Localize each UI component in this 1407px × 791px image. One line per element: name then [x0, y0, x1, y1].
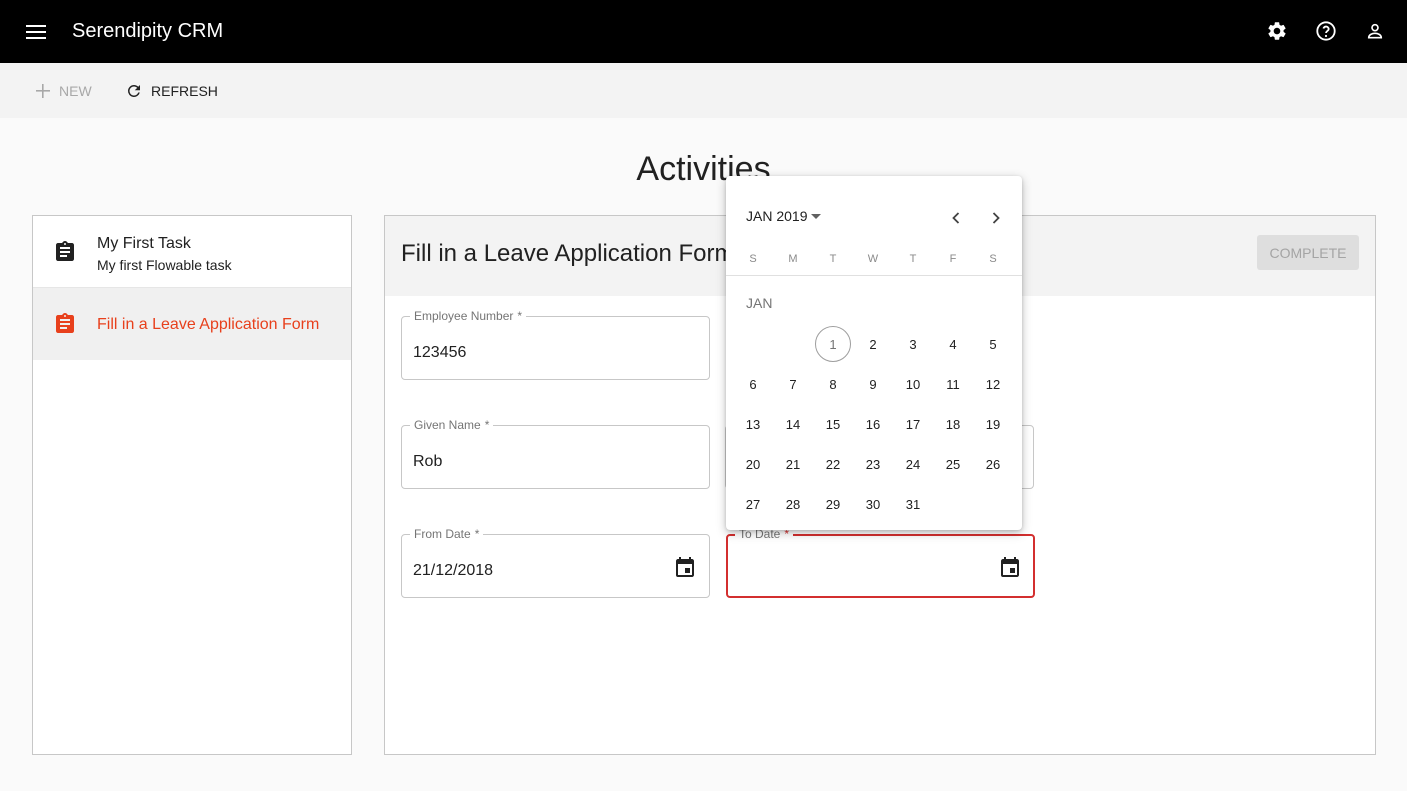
task-subtitle: My first Flowable task [97, 257, 232, 273]
day-cell[interactable]: 11 [935, 366, 971, 402]
day-cell[interactable]: 14 [775, 406, 811, 442]
required-marker: * [517, 309, 523, 323]
plus-icon [36, 84, 50, 98]
calendar-icon[interactable] [673, 556, 697, 580]
caret-down-icon [811, 214, 822, 219]
from-date-input[interactable]: 21/12/2018 [413, 560, 663, 582]
day-cell[interactable]: 4 [935, 326, 971, 362]
task-title: Fill in a Leave Application Form [97, 316, 320, 333]
divider [726, 275, 1022, 276]
day-cell[interactable]: 27 [735, 486, 771, 522]
weekday-label: F [949, 253, 957, 265]
employee-number-label: Employee Number * [410, 308, 527, 324]
day-cell[interactable]: 5 [975, 326, 1011, 362]
task-item-selected[interactable]: Fill in a Leave Application Form [33, 288, 351, 360]
chevron-left-icon [952, 212, 960, 224]
given-name-label: Given Name * [410, 417, 494, 433]
weekday-label: M [788, 253, 798, 265]
day-cell[interactable]: 2 [855, 326, 891, 362]
day-cell[interactable]: 19 [975, 406, 1011, 442]
clipboard-icon [56, 313, 74, 333]
new-button[interactable]: NEW [35, 79, 92, 103]
required-marker: * [474, 527, 480, 541]
gear-icon[interactable] [1262, 16, 1292, 46]
weekday-label: W [867, 253, 879, 265]
form-title: Fill in a Leave Application Form [401, 240, 735, 267]
day-cell[interactable]: 30 [855, 486, 891, 522]
day-cell[interactable]: 24 [895, 446, 931, 482]
employee-number-field: Employee Number * 123456 [401, 308, 710, 380]
given-name-input[interactable]: Rob [413, 451, 663, 473]
from-date-label-text: From Date [414, 527, 471, 541]
given-name-field: Given Name * Rob [401, 417, 710, 489]
action-toolbar: NEW REFRESH [0, 63, 1407, 118]
day-cell[interactable]: 25 [935, 446, 971, 482]
month-year-label: JAN 2019 [746, 208, 808, 224]
day-cell[interactable]: 22 [815, 446, 851, 482]
day-cell[interactable]: 18 [935, 406, 971, 442]
day-cell[interactable]: 7 [775, 366, 811, 402]
page-title: Activities [636, 150, 771, 188]
app-bar: Serendipity CRM [0, 0, 1407, 63]
day-cell[interactable]: 23 [855, 446, 891, 482]
chevron-right-icon [992, 212, 1000, 224]
day-cell[interactable]: 31 [895, 486, 931, 522]
day-cell[interactable]: 10 [895, 366, 931, 402]
calendar-icon[interactable] [998, 556, 1022, 580]
weekday-label: S [989, 253, 997, 265]
day-cell[interactable]: 9 [855, 366, 891, 402]
day-cell[interactable]: 26 [975, 446, 1011, 482]
weekday-label: T [829, 253, 837, 265]
from-date-field: From Date * 21/12/2018 [401, 526, 710, 598]
day-cell[interactable]: 3 [895, 326, 931, 362]
day-cell[interactable]: 1 [815, 326, 851, 362]
task-list: My First Task My first Flowable task Fil… [32, 215, 352, 755]
complete-button[interactable]: COMPLETE [1257, 235, 1359, 270]
month-year-dropdown[interactable]: JAN 2019 [746, 208, 823, 224]
account-icon[interactable] [1360, 16, 1390, 46]
previous-month-button[interactable] [944, 206, 968, 230]
given-name-label-text: Given Name [414, 418, 481, 432]
menu-icon[interactable] [22, 18, 50, 46]
day-cell[interactable]: 13 [735, 406, 771, 442]
day-cell[interactable]: 15 [815, 406, 851, 442]
weekday-label: S [749, 253, 757, 265]
refresh-button-label: REFRESH [151, 83, 218, 99]
day-cell[interactable]: 17 [895, 406, 931, 442]
weekday-label: T [909, 253, 917, 265]
employee-number-label-text: Employee Number [414, 309, 514, 323]
employee-number-input[interactable]: 123456 [413, 342, 663, 364]
task-item[interactable]: My First Task My first Flowable task [33, 216, 351, 288]
refresh-button[interactable]: REFRESH [125, 79, 218, 103]
next-month-button[interactable] [984, 206, 1008, 230]
day-cell[interactable]: 12 [975, 366, 1011, 402]
new-button-label: NEW [59, 83, 92, 99]
day-cell[interactable]: 21 [775, 446, 811, 482]
day-cell[interactable]: 28 [775, 486, 811, 522]
required-marker: * [484, 418, 490, 432]
weekday-header: SMTWTFS [733, 253, 1013, 269]
month-label: JAN [746, 295, 773, 311]
day-cell[interactable]: 29 [815, 486, 851, 522]
day-cell[interactable]: 6 [735, 366, 771, 402]
from-date-label: From Date * [410, 526, 484, 542]
day-cell[interactable]: 20 [735, 446, 771, 482]
clipboard-icon [56, 241, 74, 261]
help-circle-icon[interactable] [1311, 16, 1341, 46]
to-date-field: To Date * [726, 526, 1035, 598]
refresh-icon [127, 84, 140, 97]
app-title: Serendipity CRM [72, 20, 224, 42]
day-cell[interactable]: 16 [855, 406, 891, 442]
date-picker-popup: JAN 2019 SMTWTFS JAN 1 2 3 4 5 6 7 8 9 10 11 12 13 14… [726, 176, 1022, 530]
day-cell[interactable]: 8 [815, 366, 851, 402]
task-title: My First Task [97, 235, 191, 252]
